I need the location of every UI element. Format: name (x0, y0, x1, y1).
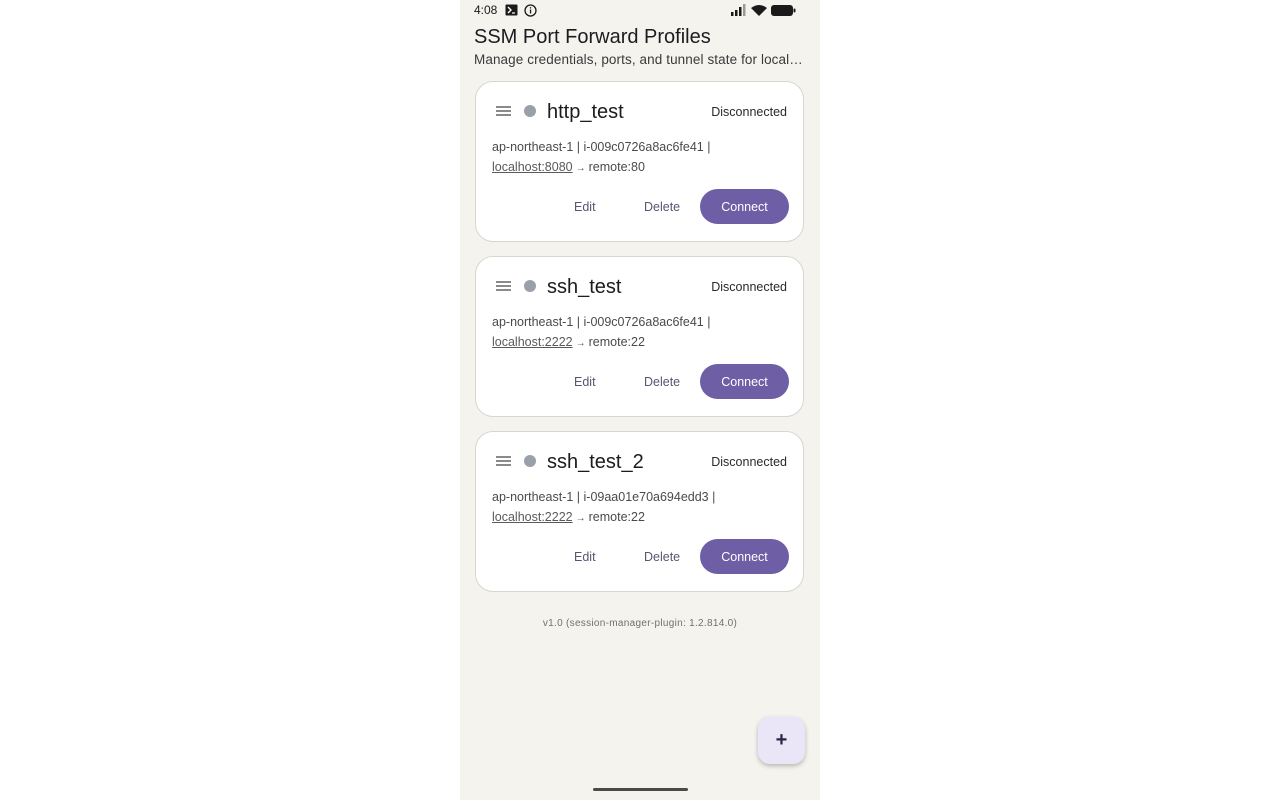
profile-card: ssh_test Disconnected ap-northeast-1 | i… (475, 256, 804, 417)
separator: | (573, 490, 584, 504)
local-port-link[interactable]: localhost:2222 (492, 510, 573, 524)
instance-id: i-009c0726a8ac6fe41 (583, 315, 704, 329)
region-label: ap-northeast-1 (492, 140, 574, 154)
profile-card: http_test Disconnected ap-northeast-1 | … (475, 81, 804, 242)
local-port-link[interactable]: localhost:2222 (492, 335, 573, 349)
remote-port: remote:80 (588, 160, 645, 174)
phone-screen: 4:08 SSM Port Forward Profiles Manage cr… (460, 0, 820, 800)
status-time: 4:08 (474, 3, 498, 17)
region-label: ap-northeast-1 (492, 490, 574, 504)
region-label: ap-northeast-1 (492, 315, 574, 329)
connection-status: Disconnected (711, 105, 787, 119)
wifi-icon (751, 4, 767, 19)
profile-target-info: ap-northeast-1 | i-009c0726a8ac6fe41 | (492, 315, 711, 329)
port-mapping: localhost:8080 → remote:80 (492, 160, 645, 174)
page-subtitle: Manage credentials, ports, and tunnel st… (474, 52, 806, 67)
edit-button[interactable]: Edit (564, 540, 606, 575)
plus-icon: + (775, 729, 788, 751)
profile-name: http_test (547, 101, 624, 123)
page-title: SSM Port Forward Profiles (474, 26, 711, 48)
profile-target-info: ap-northeast-1 | i-09aa01e70a694edd3 | (492, 490, 715, 504)
add-profile-button[interactable]: + (758, 717, 805, 764)
connection-status: Disconnected (711, 280, 787, 294)
local-port-link[interactable]: localhost:8080 (492, 160, 573, 174)
connection-status: Disconnected (711, 455, 787, 469)
remote-port: remote:22 (588, 335, 645, 349)
separator: | (703, 315, 711, 329)
delete-button[interactable]: Delete (634, 190, 690, 225)
edit-button[interactable]: Edit (564, 365, 606, 400)
separator: | (703, 140, 711, 154)
arrow-icon: → (575, 513, 586, 524)
connect-button[interactable]: Connect (700, 364, 789, 399)
drag-handle-icon[interactable] (496, 106, 511, 118)
separator: | (573, 140, 584, 154)
edit-button[interactable]: Edit (564, 190, 606, 225)
profile-name: ssh_test_2 (547, 451, 644, 473)
port-mapping: localhost:2222 → remote:22 (492, 335, 645, 349)
drag-handle-icon[interactable] (496, 456, 511, 468)
instance-id: i-009c0726a8ac6fe41 (583, 140, 704, 154)
version-text: v1.0 (session-manager-plugin: 1.2.814.0) (542, 618, 738, 629)
separator: | (573, 315, 584, 329)
port-mapping: localhost:2222 → remote:22 (492, 510, 645, 524)
delete-button[interactable]: Delete (634, 540, 690, 575)
signal-icon (731, 4, 747, 19)
connect-button[interactable]: Connect (700, 539, 789, 574)
connect-button[interactable]: Connect (700, 189, 789, 224)
home-indicator[interactable] (593, 788, 688, 791)
instance-id: i-09aa01e70a694edd3 (583, 490, 709, 504)
profile-card: ssh_test_2 Disconnected ap-northeast-1 |… (475, 431, 804, 592)
profile-target-info: ap-northeast-1 | i-009c0726a8ac6fe41 | (492, 140, 711, 154)
battery-icon (771, 5, 796, 19)
delete-button[interactable]: Delete (634, 365, 690, 400)
status-dot (524, 105, 536, 117)
info-notification-icon (524, 4, 537, 20)
status-dot (524, 455, 536, 467)
separator: | (708, 490, 716, 504)
status-bar: 4:08 (460, 0, 820, 22)
arrow-icon: → (575, 163, 586, 174)
status-dot (524, 280, 536, 292)
arrow-icon: → (575, 338, 586, 349)
profile-name: ssh_test (547, 276, 622, 298)
drag-handle-icon[interactable] (496, 281, 511, 293)
remote-port: remote:22 (588, 510, 645, 524)
terminal-notification-icon (505, 4, 518, 19)
